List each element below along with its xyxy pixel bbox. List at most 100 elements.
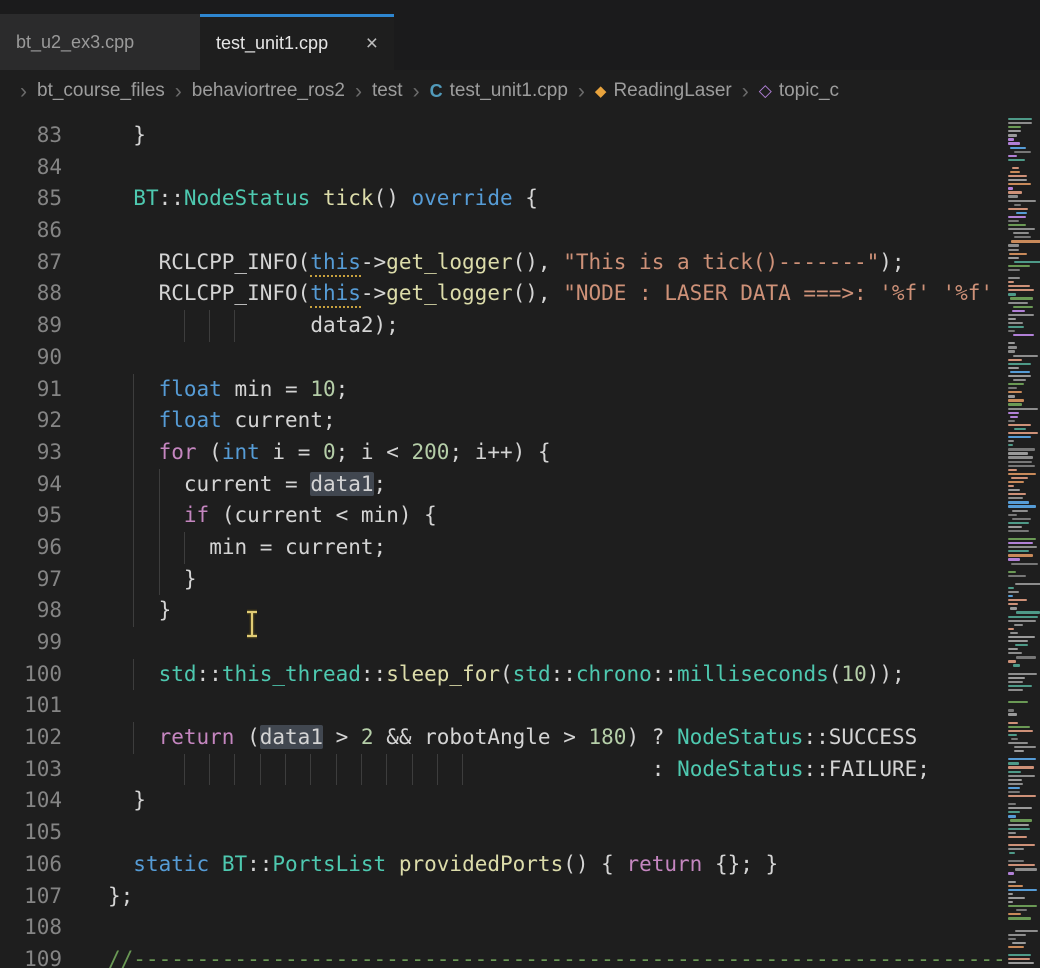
- minimap-line: [1008, 346, 1017, 348]
- code-token: [336, 757, 361, 781]
- tab-bt_u2_ex3[interactable]: bt_u2_ex3.cpp: [0, 14, 200, 70]
- line-number[interactable]: 106: [0, 849, 62, 881]
- code-line[interactable]: 86: [0, 215, 1006, 247]
- chevron-right-icon: ›: [742, 81, 749, 102]
- minimap-line: [1008, 448, 1035, 450]
- minimap-line: [1010, 371, 1030, 373]
- code-line[interactable]: 103 : NodeStatus::FAILURE;: [0, 754, 1006, 786]
- line-number[interactable]: 101: [0, 690, 62, 722]
- breadcrumb-item-folder[interactable]: behaviortree_ros2: [192, 80, 345, 102]
- minimap-line: [1008, 620, 1036, 622]
- line-number[interactable]: 83: [0, 120, 62, 152]
- code-token: NodeStatus: [677, 725, 803, 749]
- line-number[interactable]: 91: [0, 374, 62, 406]
- code-token: float: [159, 377, 222, 401]
- line-number[interactable]: 86: [0, 215, 62, 247]
- code-line[interactable]: 88 RCLCPP_INFO(this->get_logger(), "NODE…: [0, 278, 1006, 310]
- breadcrumb-item-folder[interactable]: test: [372, 80, 403, 102]
- minimap[interactable]: [1006, 112, 1040, 968]
- tab-test_unit1[interactable]: test_unit1.cpp ×: [200, 14, 394, 70]
- line-number[interactable]: 95: [0, 500, 62, 532]
- code-line[interactable]: 95 if (current < min) {: [0, 500, 1006, 532]
- code-line[interactable]: 104 }: [0, 785, 1006, 817]
- code-line[interactable]: 102 return (data1 > 2 && robotAngle > 18…: [0, 722, 1006, 754]
- code-editor[interactable]: 83 }8485 BT::NodeStatus tick() override …: [0, 112, 1040, 968]
- code-line[interactable]: 108: [0, 912, 1006, 944]
- line-number[interactable]: 102: [0, 722, 62, 754]
- minimap-line: [1008, 897, 1025, 899]
- code-lines[interactable]: 83 }8485 BT::NodeStatus tick() override …: [0, 112, 1006, 968]
- line-number[interactable]: 104: [0, 785, 62, 817]
- code-line[interactable]: 101: [0, 690, 1006, 722]
- code-token: ::: [652, 662, 677, 686]
- line-number[interactable]: 97: [0, 564, 62, 596]
- minimap-line: [1008, 616, 1038, 618]
- code-line[interactable]: 84: [0, 152, 1006, 184]
- line-number[interactable]: 93: [0, 437, 62, 469]
- code-line[interactable]: 100 std::this_thread::sleep_for(std::chr…: [0, 659, 1006, 691]
- line-number[interactable]: 96: [0, 532, 62, 564]
- line-number[interactable]: 108: [0, 912, 62, 944]
- line-number[interactable]: 109: [0, 944, 62, 968]
- minimap-line: [1008, 489, 1020, 491]
- code-line[interactable]: 83 }: [0, 120, 1006, 152]
- line-number[interactable]: 89: [0, 310, 62, 342]
- minimap-line: [1008, 840, 1040, 842]
- line-number[interactable]: 90: [0, 342, 62, 374]
- code-token: [133, 567, 158, 591]
- close-icon[interactable]: ×: [366, 33, 378, 54]
- minimap-line: [1008, 420, 1015, 422]
- line-number[interactable]: 98: [0, 595, 62, 627]
- line-number[interactable]: 103: [0, 754, 62, 786]
- code-line[interactable]: 96 min = current;: [0, 532, 1006, 564]
- line-number[interactable]: 100: [0, 659, 62, 691]
- line-number[interactable]: 105: [0, 817, 62, 849]
- code-token: ::SUCCESS: [803, 725, 917, 749]
- code-line[interactable]: 109//-----------------------------------…: [0, 944, 1006, 968]
- line-number[interactable]: 85: [0, 183, 62, 215]
- line-number[interactable]: 87: [0, 247, 62, 279]
- code-line[interactable]: 91 float min = 10;: [0, 374, 1006, 406]
- minimap-line: [1013, 379, 1025, 381]
- breadcrumb-item-file[interactable]: test_unit1.cpp: [450, 80, 568, 102]
- code-token: (: [234, 725, 259, 749]
- minimap-line: [1008, 762, 1019, 764]
- minimap-line: [1008, 175, 1027, 177]
- minimap-line: [1008, 958, 1030, 960]
- code-line[interactable]: 92 float current;: [0, 405, 1006, 437]
- code-token: {}; }: [702, 852, 778, 876]
- code-line[interactable]: 90: [0, 342, 1006, 374]
- minimap-line: [1008, 244, 1019, 246]
- code-token: (): [374, 186, 412, 210]
- minimap-line: [1008, 452, 1028, 454]
- code-token: return: [159, 725, 235, 749]
- code-token: );: [879, 250, 904, 274]
- minimap-line: [1008, 934, 1026, 936]
- breadcrumb-item-class[interactable]: ReadingLaser: [613, 80, 731, 102]
- minimap-line: [1008, 318, 1016, 320]
- code-line[interactable]: 87 RCLCPP_INFO(this->get_logger(), "This…: [0, 247, 1006, 279]
- line-number[interactable]: 107: [0, 881, 62, 913]
- code-line[interactable]: 105: [0, 817, 1006, 849]
- code-line[interactable]: 93 for (int i = 0; i < 200; i++) {: [0, 437, 1006, 469]
- code-line[interactable]: 89 data2);: [0, 310, 1006, 342]
- minimap-line: [1008, 722, 1018, 724]
- line-number[interactable]: 88: [0, 278, 62, 310]
- code-line[interactable]: 107};: [0, 881, 1006, 913]
- code-line[interactable]: 97 }: [0, 564, 1006, 596]
- minimap-line: [1012, 167, 1019, 169]
- code-token: return: [626, 852, 702, 876]
- breadcrumb-item-method[interactable]: topic_c: [779, 80, 839, 102]
- line-number[interactable]: 94: [0, 469, 62, 501]
- code-line[interactable]: 99: [0, 627, 1006, 659]
- minimap-line: [1008, 730, 1033, 732]
- code-line[interactable]: 94 current = data1;: [0, 469, 1006, 501]
- breadcrumb-item-folder[interactable]: bt_course_files: [37, 80, 165, 102]
- line-number[interactable]: 92: [0, 405, 62, 437]
- code-line[interactable]: 98 }: [0, 595, 1006, 627]
- code-line[interactable]: 85 BT::NodeStatus tick() override {: [0, 183, 1006, 215]
- line-number[interactable]: 99: [0, 627, 62, 659]
- code-line[interactable]: 106 static BT::PortsList providedPorts()…: [0, 849, 1006, 881]
- line-number[interactable]: 84: [0, 152, 62, 184]
- minimap-line: [1010, 171, 1020, 173]
